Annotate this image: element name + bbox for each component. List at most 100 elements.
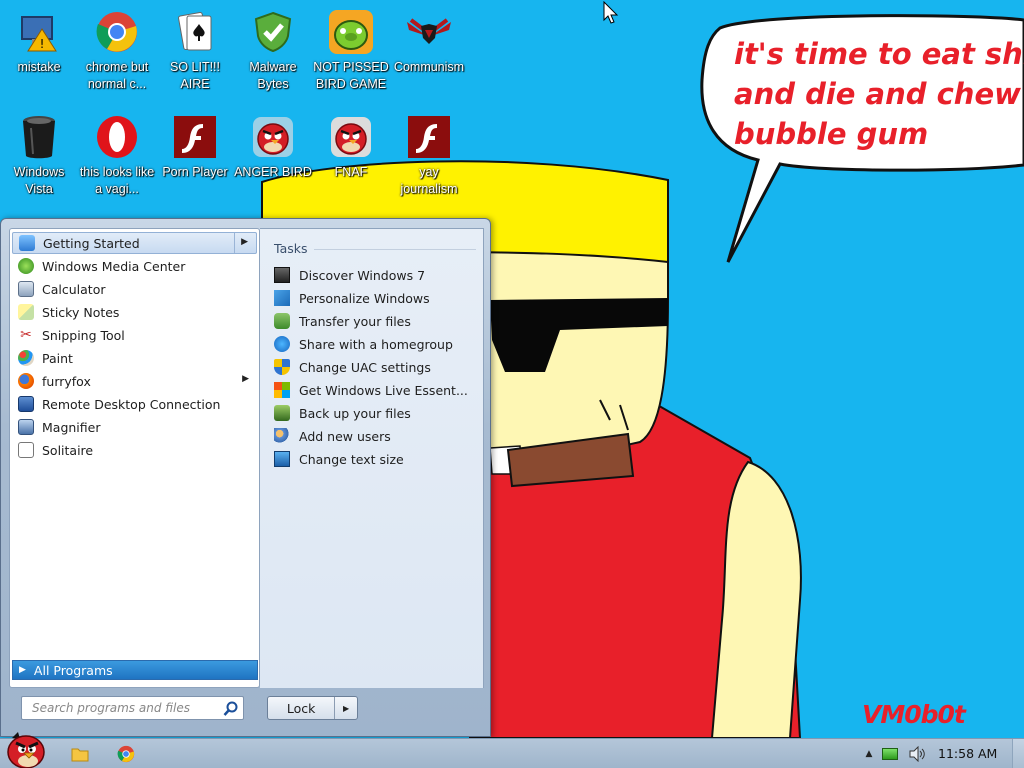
homegroup-icon [274,336,290,352]
firefox-icon [18,373,34,389]
sticky-notes-icon [18,304,34,320]
taskbar-clock[interactable]: 11:58 AM [938,746,997,761]
desktop-icon-fnaf[interactable]: FNAF [312,111,390,181]
task-transfer-files[interactable]: Transfer your files [274,311,411,331]
desktop-icon-label: SO LIT!!! AIRE [169,60,220,91]
desktop-icon-label: Communism [393,60,465,74]
remote-desktop-icon [18,396,34,412]
shield-check-icon [249,8,297,56]
desktop-icon-yay-journalism[interactable]: yay journalism [390,111,468,198]
program-label: Solitaire [42,442,94,458]
personalize-icon [274,290,290,306]
chrome-icon [117,745,135,763]
program-getting-started[interactable]: Getting Started ▶ [12,232,257,254]
desktop-icon-label: yay journalism [400,165,458,196]
taskbar-chrome-button[interactable] [106,742,146,766]
lock-button-group: Lock ▶ [267,696,358,720]
chrome-icon [93,8,141,56]
discover-icon [274,267,290,283]
desktop-icon-communism[interactable]: Communism [390,6,468,76]
task-change-uac-settings[interactable]: Change UAC settings [274,357,431,377]
program-label: Snipping Tool [42,327,125,343]
taskbar: ▲ 11:58 AM [0,732,1024,768]
program-snipping-tool[interactable]: ✂ Snipping Tool [12,324,257,346]
task-add-new-users[interactable]: Add new users [274,426,391,446]
search-icon[interactable] [223,701,239,717]
program-calculator[interactable]: Calculator [12,278,257,300]
solitaire-icon [18,442,34,458]
desktop-icon-label: NOT PISSED BIRD GAME [313,60,389,91]
program-label: furryfox [42,373,91,389]
lock-button[interactable]: Lock [268,697,334,719]
display-icon [274,451,290,467]
green-pig-icon [327,8,375,56]
desktop-icon-opera[interactable]: this looks like a vagi... [78,111,156,198]
task-label: Add new users [299,428,391,444]
solitaire-icon [171,8,219,56]
angry-bird-start-icon [7,732,45,768]
desktop-icon-label: Porn Player [162,165,228,179]
trash-bin-icon [15,113,63,161]
desktop-icon-windows-vista[interactable]: Windows Vista [0,111,78,198]
program-windows-media-center[interactable]: Windows Media Center [12,255,257,277]
winged-emblem-icon [405,8,453,56]
program-label: Magnifier [42,419,101,435]
taskbar-explorer-button[interactable] [60,742,100,766]
desktop-icon-label: mistake [17,60,61,74]
task-label: Back up your files [299,405,411,421]
start-button[interactable] [2,730,50,768]
program-furryfox[interactable]: furryfox ▶ [12,370,257,392]
play-arrow-icon: ▶ [19,665,26,675]
desktop-icon-anger-bird[interactable]: ANGER BIRD [234,111,312,181]
power-options-arrow-icon[interactable]: ▶ [334,697,357,719]
task-share-homegroup[interactable]: Share with a homegroup [274,334,453,354]
program-label: Getting Started [43,235,140,251]
backup-icon [274,405,290,421]
opera-icon [93,113,141,161]
program-sticky-notes[interactable]: Sticky Notes [12,301,257,323]
search-programs-box[interactable] [21,696,244,720]
program-remote-desktop-connection[interactable]: Remote Desktop Connection [12,393,257,415]
task-change-text-size[interactable]: Change text size [274,449,404,469]
media-center-icon [18,258,34,274]
search-input[interactable] [32,701,212,715]
explorer-folder-icon [71,748,89,762]
task-label: Share with a homegroup [299,336,453,352]
network-icon[interactable] [882,748,898,760]
all-programs-button[interactable]: ▶ All Programs [12,660,258,680]
flash-icon [405,113,453,161]
desktop-icon-solitaire[interactable]: SO LIT!!! AIRE [156,6,234,93]
desktop-icon-chrome[interactable]: chrome but normal c... [78,6,156,93]
desktop-icon-porn-player[interactable]: Porn Player [156,111,234,181]
desktop-icon-label: chrome but normal c... [85,60,149,91]
desktop-icon-label: ANGER BIRD [234,165,312,179]
task-back-up-files[interactable]: Back up your files [274,403,411,423]
desktop-icon-mistake[interactable]: ! mistake [0,6,78,76]
program-solitaire[interactable]: Solitaire [12,439,257,461]
program-label: Sticky Notes [42,304,120,320]
submenu-arrow-icon[interactable]: ▶ [242,374,249,384]
tasks-heading: Tasks [274,241,308,256]
program-magnifier[interactable]: Magnifier [12,416,257,438]
show-desktop-button[interactable] [1012,739,1024,768]
program-label: Windows Media Center [42,258,186,274]
program-paint[interactable]: Paint [12,347,257,369]
desktop-icon-label: FNAF [334,165,368,179]
task-label: Personalize Windows [299,290,430,306]
task-get-windows-live-essentials[interactable]: Get Windows Live Essent... [274,380,468,400]
flash-icon [171,113,219,161]
show-hidden-icons-icon[interactable]: ▲ [860,749,878,759]
paint-palette-icon [18,350,34,366]
task-label: Change text size [299,451,404,467]
desktop-icon-malwarebytes[interactable]: Malware Bytes [234,6,312,93]
volume-icon[interactable] [908,746,926,762]
task-personalize-windows[interactable]: Personalize Windows [274,288,430,308]
task-discover-windows-7[interactable]: Discover Windows 7 [274,265,425,285]
program-label: Remote Desktop Connection [42,396,221,412]
program-label: Paint [42,350,73,366]
task-label: Transfer your files [299,313,411,329]
start-menu-programs-pane: Getting Started ▶ Windows Media Center C… [9,228,260,688]
mouse-cursor-icon [603,1,619,24]
uac-shield-icon [274,359,290,375]
desktop-icon-not-pissed-bird[interactable]: NOT PISSED BIRD GAME [312,6,390,93]
